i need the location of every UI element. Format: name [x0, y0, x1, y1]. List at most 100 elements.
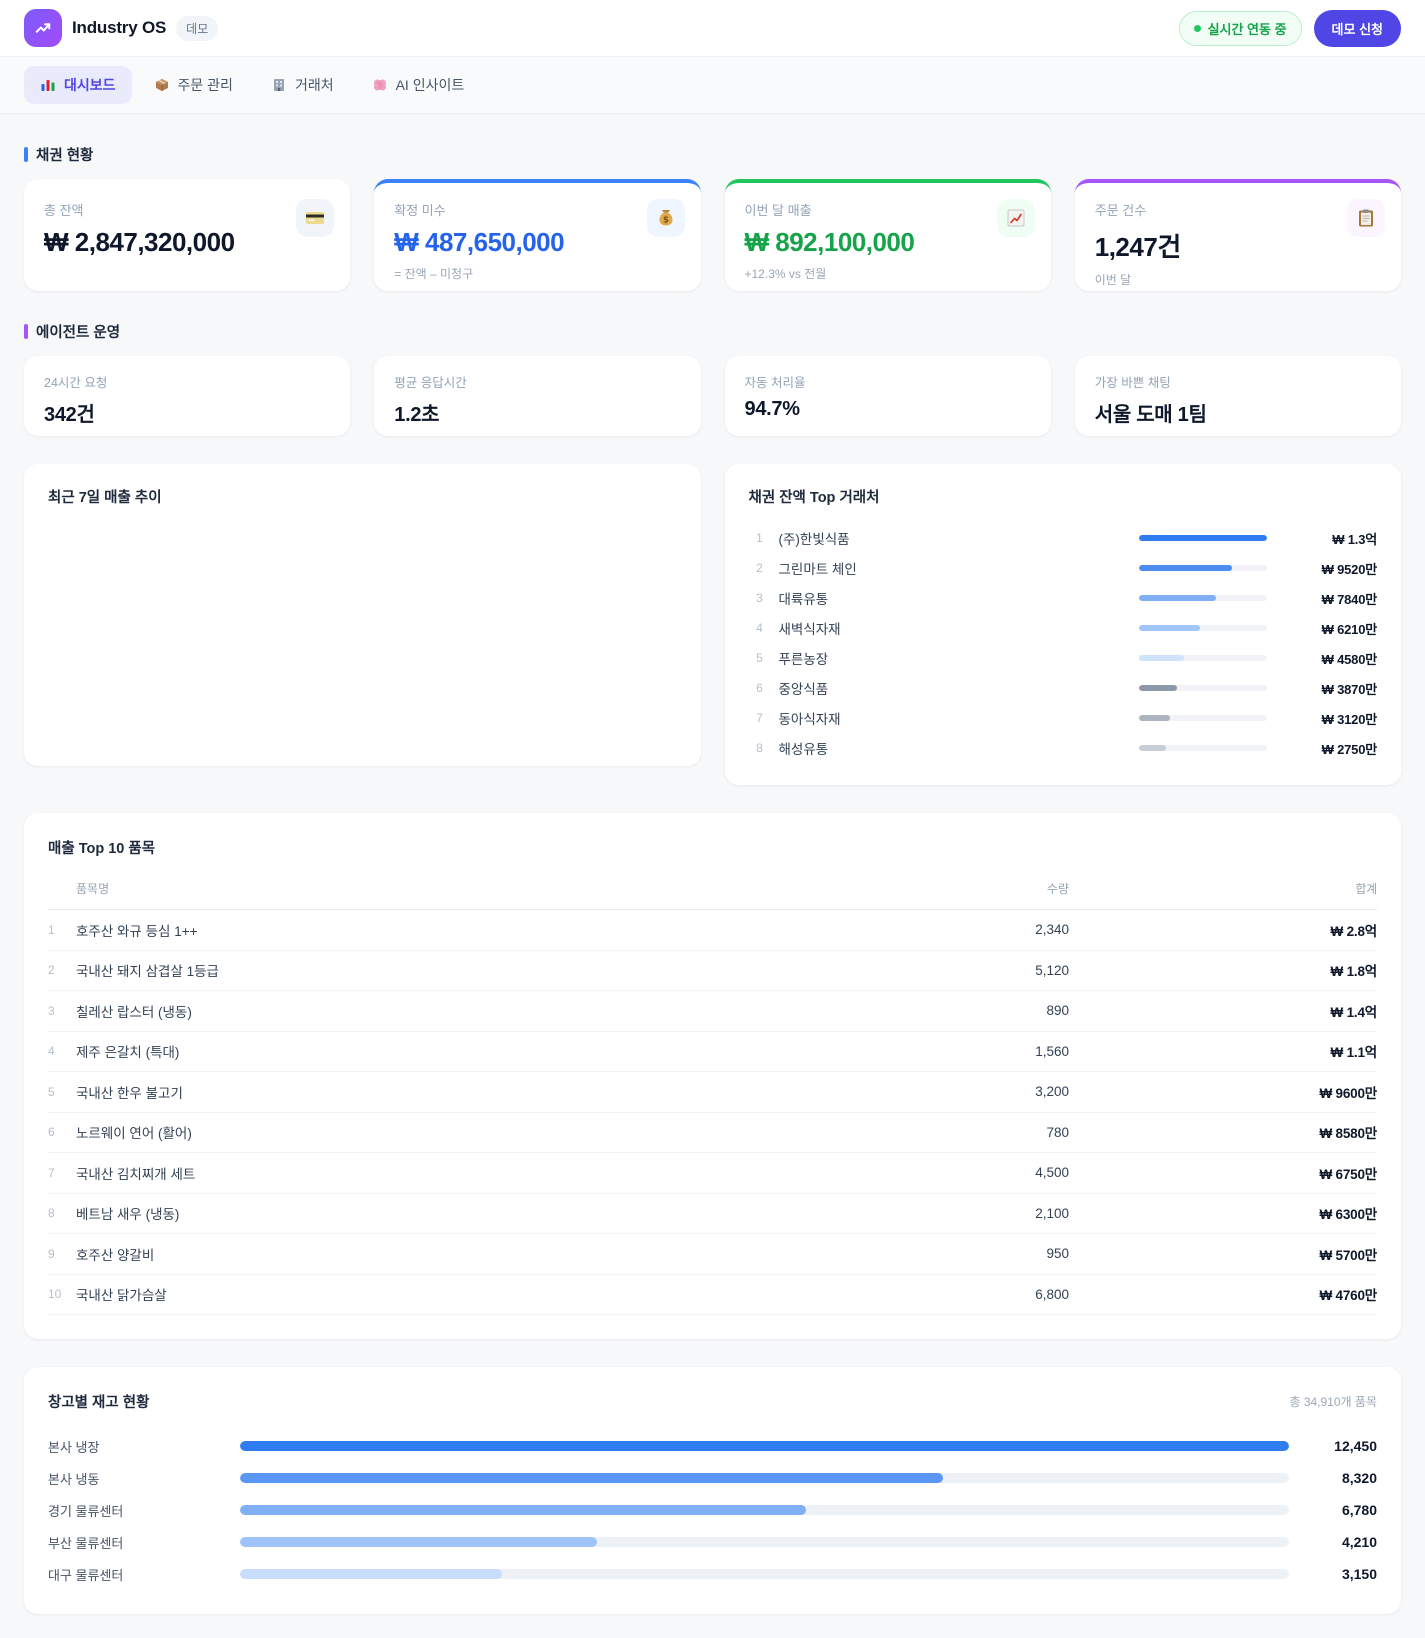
tab-dashboard[interactable]: 대시보드	[24, 66, 132, 104]
table-row: 6 노르웨이 연어 (활어) 780 ₩ 8580만	[48, 1113, 1377, 1153]
account-row: 7 동아식자재 ₩ 3120만	[749, 703, 1378, 733]
account-bar-track	[1139, 565, 1267, 571]
account-row: 6 중앙식품 ₩ 3870만	[749, 673, 1377, 703]
warehouse-name: 경기 물류센터	[48, 1503, 124, 1519]
tab-vendors[interactable]: 거래처	[255, 66, 350, 104]
top-items-panel: 매출 Top 10 품목 품목명 수량 합계 1 호주산 와규 등심 1++ 2…	[24, 813, 1401, 1339]
account-name: 푸른농장	[778, 652, 829, 667]
warehouse-value: 12,450	[1334, 1438, 1377, 1454]
account-row: 5 푸른농장 ₩ 4580만	[749, 643, 1378, 673]
account-name: 중앙식품	[778, 682, 829, 697]
account-name: (주)한빛식품	[778, 532, 850, 547]
mini-label: 평균 응답시간	[394, 376, 467, 390]
item-rank: 9	[48, 1246, 55, 1261]
app-title: Industry OS	[72, 18, 167, 37]
item-total: ₩ 1.8억	[1330, 964, 1378, 980]
kpi-subtext: +12.3% vs 전월	[744, 267, 827, 281]
dashboard-page: Industry OS 데모 실시간 연동 중 데모 신청 대시보드 주문 관리	[0, 0, 1425, 1638]
table-row: 3 칠레산 랍스터 (냉동) 890 ₩ 1.4억	[48, 991, 1377, 1032]
account-amount: ₩ 7840만	[1321, 591, 1378, 607]
warehouse-name: 부산 물류센터	[48, 1535, 124, 1551]
account-amount: ₩ 3120만	[1321, 711, 1378, 727]
section-agent-header: 에이전트 운영	[24, 321, 1401, 342]
warehouse-value: 8,320	[1341, 1470, 1377, 1486]
warehouse-bar-fill	[240, 1537, 597, 1547]
item-rank: 5	[48, 1084, 55, 1099]
kpi-subtext: 이번 달	[1094, 273, 1132, 287]
warehouse-total-label: 총 34,910개 품목	[1289, 1395, 1377, 1409]
tab-orders[interactable]: 주문 관리	[138, 66, 249, 104]
account-bar-track	[1139, 655, 1267, 661]
item-total: ₩ 8580만	[1319, 1126, 1377, 1142]
account-row: 3 대륙유통 ₩ 7840만	[749, 583, 1378, 613]
item-name: 칠레산 랍스터 (냉동)	[76, 1004, 192, 1020]
account-amount: ₩ 4580만	[1321, 651, 1378, 667]
mini-label: 자동 처리율	[744, 376, 806, 390]
svg-text:$: $	[663, 216, 669, 226]
account-name: 그린마트 체인	[778, 562, 857, 577]
item-rank: 1	[48, 922, 55, 937]
account-amount: ₩ 6210만	[1321, 621, 1378, 637]
item-rank: 2	[48, 963, 55, 978]
tab-label: 거래처	[294, 77, 334, 93]
money-bag-icon: $	[646, 199, 685, 237]
tab-label: 대시보드	[64, 77, 116, 93]
top-items-table: 품목명 수량 합계 1 호주산 와규 등심 1++ 2,340 ₩ 2.8억 2…	[48, 872, 1377, 1315]
warehouse-bar-track	[240, 1505, 1289, 1515]
warehouse-row: 부산 물류센터 4,210	[48, 1526, 1377, 1558]
table-row: 1 호주산 와규 등심 1++ 2,340 ₩ 2.8억	[48, 910, 1377, 951]
warehouse-row: 본사 냉장 12,450	[48, 1430, 1377, 1462]
kpi-label: 주문 건수	[1094, 203, 1147, 218]
column-header-qty: 수량	[1046, 882, 1069, 896]
table-row: 8 베트남 새우 (냉동) 2,100 ₩ 6300만	[48, 1194, 1377, 1234]
account-bar-fill	[1139, 535, 1267, 541]
agent-card-grid: 24시간 요청 342건 평균 응답시간 1.2초 자동 처리율 94.7% 가…	[24, 356, 1401, 436]
warehouse-bar-track	[240, 1537, 1289, 1547]
account-row: 2 그린마트 체인 ₩ 9520만	[749, 553, 1377, 583]
sales-trend-chart-area	[48, 507, 677, 737]
panel-title: 창고별 재고 현황	[48, 1395, 150, 1411]
item-total: ₩ 6300만	[1319, 1207, 1377, 1223]
tab-ai-insights[interactable]: AI 인사이트	[356, 66, 481, 104]
package-icon	[154, 77, 170, 93]
account-bar-fill	[1139, 595, 1216, 601]
mini-value: 서울 도매 1팀	[1094, 404, 1207, 426]
main-nav: 대시보드 주문 관리 거래처 AI 인사이트	[0, 56, 1425, 114]
account-name: 대륙유통	[778, 592, 829, 607]
brain-icon	[372, 77, 388, 93]
item-qty: 5,120	[1035, 962, 1069, 978]
trending-up-icon	[33, 18, 53, 38]
demo-request-button[interactable]: 데모 신청	[1313, 9, 1401, 47]
account-rank: 1	[756, 531, 763, 545]
warehouse-bar-fill	[240, 1569, 503, 1579]
section-accent-bar	[24, 147, 28, 162]
agent-card-automation-rate: 자동 처리율 94.7%	[724, 356, 1051, 436]
warehouse-list: 본사 냉장 12,450 본사 냉동 8,320 경기 물류센터 6,780 부…	[48, 1430, 1377, 1590]
item-total: ₩ 9600만	[1319, 1085, 1377, 1101]
table-row: 5 국내산 한우 불고기 3,200 ₩ 9600만	[48, 1072, 1377, 1113]
table-row: 7 국내산 김치찌개 세트 4,500 ₩ 6750만	[48, 1153, 1377, 1194]
account-bar-track	[1139, 715, 1267, 721]
item-total: ₩ 5700만	[1319, 1247, 1377, 1263]
account-rank: 4	[756, 621, 763, 635]
item-qty: 950	[1046, 1246, 1069, 1262]
item-name: 베트남 새우 (냉동)	[76, 1207, 180, 1223]
account-name: 새벽식자재	[778, 622, 841, 637]
warehouse-bar-track	[240, 1569, 1289, 1579]
section-accent-bar	[24, 324, 28, 339]
kpi-value: 1,247건	[1094, 232, 1181, 262]
warehouse-row: 본사 냉동 8,320	[48, 1462, 1377, 1494]
account-bar-track	[1139, 595, 1267, 601]
app-logo	[24, 9, 62, 47]
mini-value: 342건	[44, 404, 95, 426]
mini-value: 1.2초	[394, 404, 440, 426]
warehouse-value: 6,780	[1341, 1502, 1377, 1518]
account-rank: 6	[756, 681, 763, 695]
kpi-label: 이번 달 매출	[744, 203, 812, 218]
kpi-label: 확정 미수	[394, 203, 446, 218]
mini-label: 24시간 요청	[44, 376, 108, 390]
item-qty: 2,340	[1035, 922, 1069, 938]
item-name: 국내산 닭가슴살	[76, 1288, 167, 1304]
chart-increasing-icon	[996, 199, 1035, 237]
item-rank: 7	[48, 1165, 55, 1180]
